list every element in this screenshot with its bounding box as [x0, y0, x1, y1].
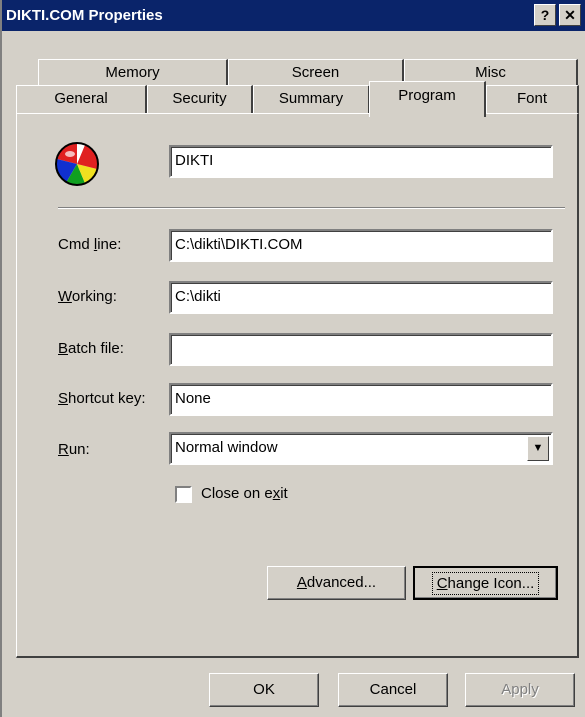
program-panel: DIKTI Cmd line: C:\dikti\DIKTI.COM Worki… [16, 113, 579, 658]
tab-font-label: Font [516, 90, 547, 107]
working-label-accel: W [58, 288, 72, 305]
properties-dialog: DIKTI.COM Properties ? ✕ Memory Screen M… [0, 0, 585, 717]
close-on-exit-label-pre: Close on e [201, 485, 273, 502]
help-button[interactable]: ? [534, 4, 556, 26]
apply-button-label: Apply [501, 681, 539, 698]
tab-security-label: Security [172, 90, 227, 107]
tab-general-label: General [54, 90, 108, 107]
cancel-button[interactable]: Cancel [338, 673, 448, 707]
change-icon-button[interactable]: Change Icon... [413, 566, 558, 600]
tab-program-label: Program [398, 87, 456, 104]
shortcut-key-value: None [175, 390, 211, 407]
change-icon-button-accel: C [436, 575, 448, 592]
separator [58, 207, 565, 209]
cmd-line-field[interactable]: C:\dikti\DIKTI.COM [169, 229, 553, 262]
cmd-line-value: C:\dikti\DIKTI.COM [175, 236, 303, 253]
cmd-line-label-pre: Cmd [58, 236, 94, 253]
batch-file-label: Batch file: [58, 340, 124, 357]
close-on-exit-checkbox[interactable] [175, 486, 192, 503]
run-label-post: un: [68, 441, 90, 458]
ok-button-label: OK [253, 681, 275, 698]
change-icon-focus: Change Icon... [431, 572, 540, 595]
cmd-line-label-post: ine: [97, 236, 122, 253]
close-icon: ✕ [564, 7, 576, 23]
tab-memory[interactable]: Memory [38, 59, 228, 85]
change-icon-button-label: hange Icon... [447, 575, 535, 592]
program-name-field[interactable]: DIKTI [169, 145, 553, 178]
shortcut-key-label-accel: S [58, 390, 69, 407]
program-name-value: DIKTI [175, 152, 214, 169]
tab-summary-label: Summary [278, 90, 344, 107]
run-label-accel: R [58, 441, 69, 458]
shortcut-key-field[interactable]: None [169, 383, 553, 416]
working-label: Working: [58, 288, 117, 305]
run-select[interactable]: Normal window ▼ [169, 432, 553, 465]
tab-general[interactable]: General [16, 85, 147, 113]
title-bar[interactable]: DIKTI.COM Properties ? ✕ [2, 0, 585, 31]
apply-button[interactable]: Apply [465, 673, 575, 707]
working-value: C:\dikti [175, 288, 221, 305]
advanced-button-accel: A [296, 574, 307, 591]
close-button[interactable]: ✕ [559, 4, 581, 26]
ok-button[interactable]: OK [209, 673, 319, 707]
tab-program[interactable]: Program [369, 81, 486, 117]
tab-font[interactable]: Font [486, 85, 579, 113]
cancel-button-label: Cancel [369, 681, 417, 698]
beach-ball-icon [53, 140, 101, 188]
advanced-button-label: dvanced... [306, 574, 377, 591]
tab-memory-label: Memory [105, 64, 160, 81]
dropdown-arrow-icon[interactable]: ▼ [527, 436, 549, 461]
working-field[interactable]: C:\dikti [169, 281, 553, 314]
tab-screen-label: Screen [291, 64, 340, 81]
tab-summary[interactable]: Summary [253, 85, 370, 113]
help-icon: ? [540, 7, 550, 23]
shortcut-key-label: Shortcut key: [58, 390, 146, 407]
batch-file-field[interactable] [169, 333, 553, 366]
cmd-line-label: Cmd line: [58, 236, 121, 253]
run-select-value: Normal window [175, 439, 278, 456]
tab-security[interactable]: Security [147, 85, 253, 113]
batch-file-label-accel: B [58, 340, 69, 357]
run-label: Run: [58, 441, 90, 458]
shortcut-key-label-post: hortcut key: [68, 390, 146, 407]
advanced-button[interactable]: Advanced... [267, 566, 406, 600]
tab-misc-label: Misc [475, 64, 506, 81]
working-label-post: orking: [71, 288, 117, 305]
batch-file-label-post: atch file: [68, 340, 124, 357]
close-on-exit-label-post: it [280, 485, 288, 502]
window-title: DIKTI.COM Properties [6, 7, 163, 24]
close-on-exit-label[interactable]: Close on exit [201, 485, 288, 502]
